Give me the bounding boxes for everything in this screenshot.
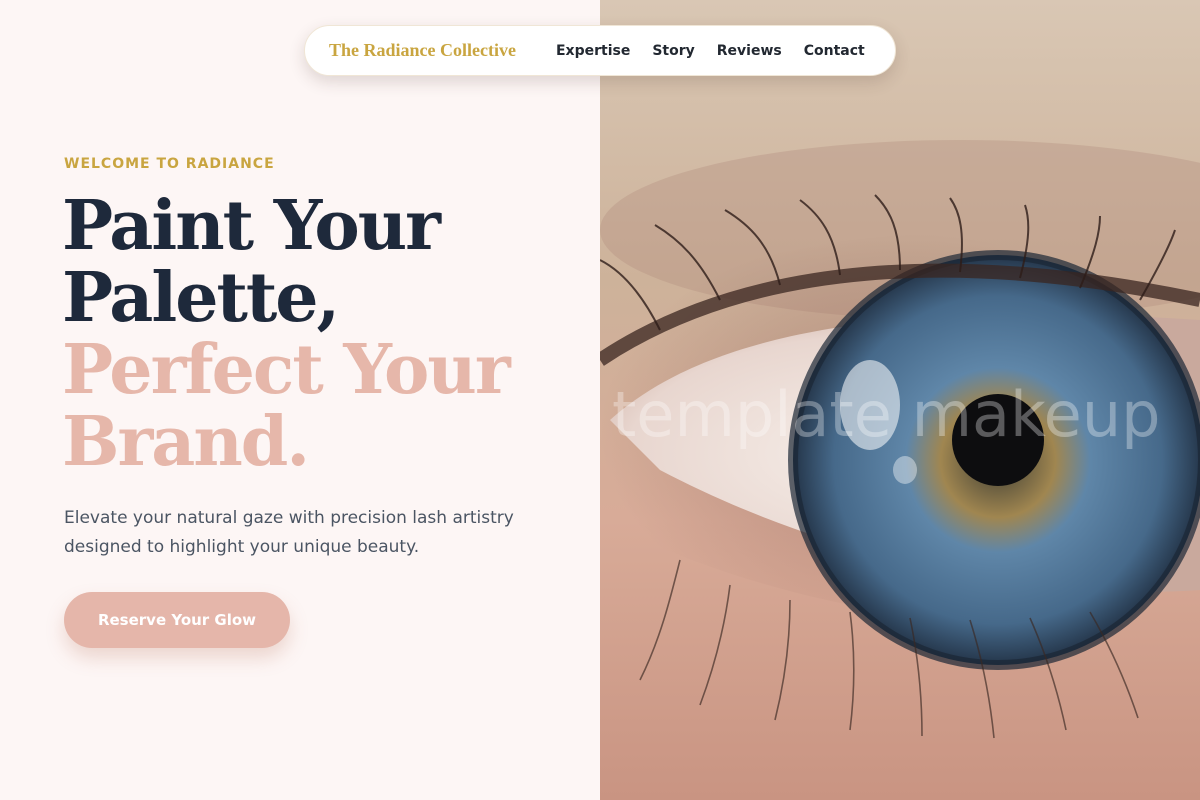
watermark-text: template makeup [612, 378, 1161, 451]
hero-description: Elevate your natural gaze with precision… [64, 508, 514, 557]
hero-eyebrow: WELCOME TO RADIANCE [64, 156, 275, 172]
headline-line-2: Palette, [62, 258, 340, 338]
nav-link-contact[interactable]: Contact [804, 43, 865, 59]
reserve-button[interactable]: Reserve Your Glow [64, 592, 290, 648]
brand-logo-text[interactable]: The Radiance Collective [329, 40, 516, 61]
nav-links: Expertise Story Reviews Contact [534, 43, 865, 59]
nav-link-reviews[interactable]: Reviews [717, 43, 782, 59]
top-navigation: The Radiance Collective Expertise Story … [304, 25, 896, 76]
headline-line-1: Paint Your [62, 186, 441, 266]
headline-line-3: Perfect Your [62, 330, 511, 410]
nav-link-expertise[interactable]: Expertise [556, 43, 630, 59]
hero-headline: Paint Your Palette, Perfect Your Brand. [62, 190, 582, 478]
nav-link-story[interactable]: Story [652, 43, 694, 59]
headline-line-4: Brand. [62, 402, 310, 482]
